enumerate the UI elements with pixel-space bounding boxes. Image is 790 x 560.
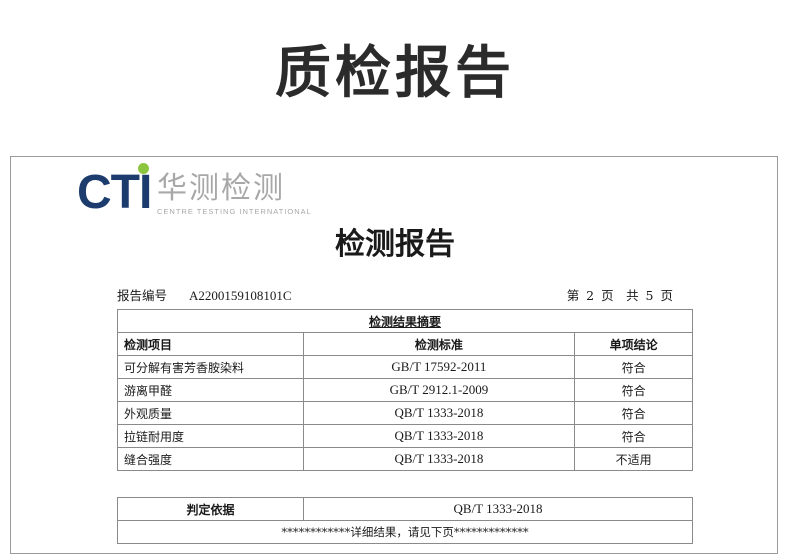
header-result: 单项结论 xyxy=(574,332,693,356)
header-item: 检测项目 xyxy=(117,332,304,356)
page-heading: 质检报告 xyxy=(275,41,515,106)
header-standard: 检测标准 xyxy=(302,332,576,356)
table-row: 可分解有害芳香胺染料 GB/T 17592-2011 符合 xyxy=(117,355,693,379)
table-row: 缝合强度 QB/T 1333-2018 不适用 xyxy=(117,447,693,471)
summary-caption: 检测结果摘要 xyxy=(117,309,693,333)
table-row: 外观质量 QB/T 1333-2018 符合 xyxy=(117,401,693,425)
logo-english-name: CENTRE TESTING INTERNATIONAL xyxy=(157,207,312,216)
logo-brand: CTI xyxy=(77,166,152,219)
table-row: 拉链耐用度 QB/T 1333-2018 符合 xyxy=(117,424,693,448)
row-standard: QB/T 1333-2018 xyxy=(302,447,576,471)
report-number-value: A2200159108101C xyxy=(189,288,292,303)
row-item: 缝合强度 xyxy=(117,447,304,471)
logo-chinese-name: 华测检测 xyxy=(157,171,285,206)
row-result: 不适用 xyxy=(574,447,693,471)
row-result: 符合 xyxy=(574,378,693,402)
logo-dot-icon xyxy=(138,163,149,174)
row-standard: GB/T 17592-2011 xyxy=(302,355,576,379)
row-standard: GB/T 2912.1-2009 xyxy=(302,378,576,402)
row-result: 符合 xyxy=(574,401,693,425)
row-item: 可分解有害芳香胺染料 xyxy=(117,355,304,379)
summary-table: 检测结果摘要 检测项目 检测标准 单项结论 可分解有害芳香胺染料 GB/T 17… xyxy=(117,309,693,471)
report-number: 报告编号 A2200159108101C xyxy=(117,285,292,304)
row-standard: QB/T 1333-2018 xyxy=(302,401,576,425)
cti-logo: CTI 华测检测 CENTRE TESTING INTERNATIONAL xyxy=(77,163,317,223)
row-item: 外观质量 xyxy=(117,401,304,425)
report-number-label: 报告编号 xyxy=(117,288,168,303)
row-item: 游离甲醛 xyxy=(117,378,304,402)
row-item: 拉链耐用度 xyxy=(117,424,304,448)
basis-table: 判定依据 QB/T 1333-2018 ************详细结果，请见下… xyxy=(117,497,693,544)
row-standard: QB/T 1333-2018 xyxy=(302,424,576,448)
row-result: 符合 xyxy=(574,424,693,448)
details-note: ************详细结果，请见下页************* xyxy=(117,520,693,544)
report-document: CTI 华测检测 CENTRE TESTING INTERNATIONAL 检测… xyxy=(10,156,778,554)
row-result: 符合 xyxy=(574,355,693,379)
summary-header-row: 检测项目 检测标准 单项结论 xyxy=(117,332,693,356)
basis-label: 判定依据 xyxy=(117,497,304,521)
report-title: 检测报告 xyxy=(335,227,455,262)
basis-value: QB/T 1333-2018 xyxy=(303,497,693,521)
page-info: 第 2 页 共 5 页 xyxy=(566,288,673,303)
table-row: 游离甲醛 GB/T 2912.1-2009 符合 xyxy=(117,378,693,402)
